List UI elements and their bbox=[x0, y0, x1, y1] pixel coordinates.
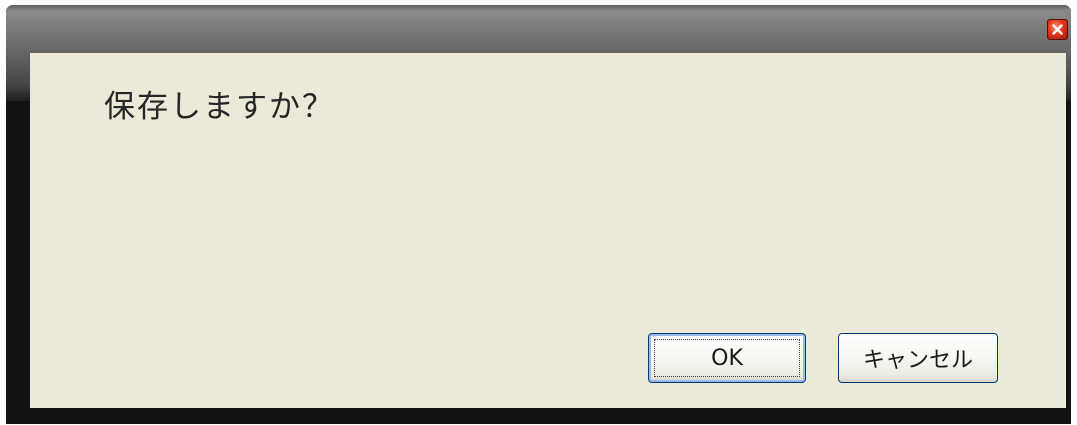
dialog-message: 保存しますか？ bbox=[104, 89, 335, 125]
ok-button[interactable]: OK bbox=[648, 333, 806, 383]
cancel-button[interactable]: キャンセル bbox=[838, 333, 998, 383]
dialog-window: 保存しますか？ OK キャンセル bbox=[6, 5, 1071, 424]
ok-button-label: OK bbox=[711, 345, 743, 371]
cancel-button-label: キャンセル bbox=[862, 348, 973, 373]
close-icon bbox=[1052, 24, 1063, 35]
dialog-content: 保存しますか？ OK キャンセル bbox=[30, 53, 1066, 408]
close-button[interactable] bbox=[1047, 19, 1068, 40]
